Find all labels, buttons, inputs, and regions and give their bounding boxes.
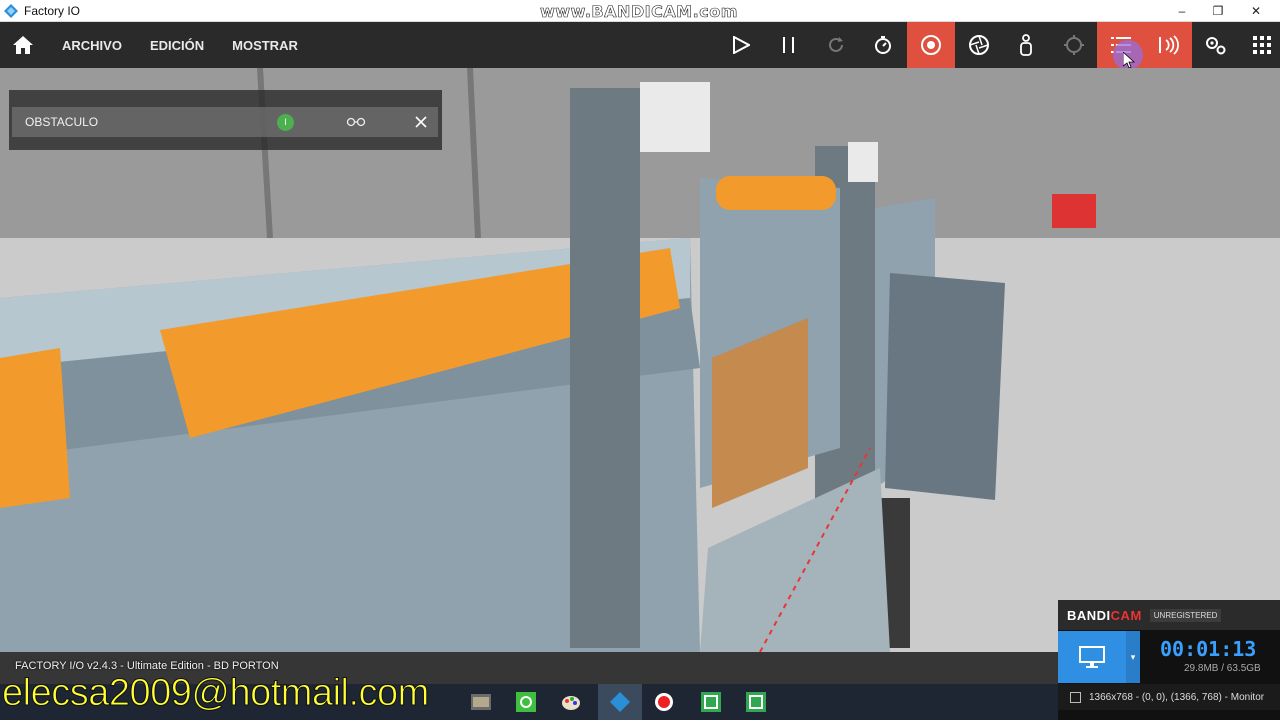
tag-input-badge: I	[277, 113, 294, 131]
pause-icon	[783, 37, 794, 53]
home-button[interactable]	[0, 22, 46, 68]
capture-region-text: 1366x768 - (0, 0), (1366, 768) - Monitor	[1089, 691, 1265, 703]
recording-timer: 00:01:13	[1160, 637, 1257, 661]
fly-camera-button[interactable]	[955, 22, 1003, 68]
close-panel-button[interactable]	[412, 113, 430, 131]
aperture-icon	[969, 35, 989, 55]
orbit-camera-icon	[921, 35, 941, 55]
tag-panel: OBSTACULO I	[9, 90, 442, 150]
person-icon	[1020, 34, 1032, 56]
stopwatch-icon	[875, 36, 891, 54]
window-title: Factory IO	[24, 3, 81, 18]
bandicam-footer: 1366x768 - (0, 0), (1366, 768) - Monitor	[1058, 684, 1280, 710]
window-titlebar: Factory IO www.BANDICAM.com – ❐ ✕	[0, 0, 1280, 22]
factory-scene-illustration	[0, 68, 1280, 652]
taskbar-bandicam[interactable]	[650, 688, 678, 716]
mouse-cursor-icon	[1123, 52, 1135, 68]
sensors-button[interactable]	[1144, 22, 1192, 68]
3d-viewport[interactable]	[0, 68, 1280, 652]
film-app-icon	[471, 694, 491, 710]
pause-button[interactable]	[765, 22, 813, 68]
drivers-settings-button[interactable]	[1191, 22, 1239, 68]
taskbar-app-7[interactable]	[742, 688, 770, 716]
factory-io-app-icon	[610, 692, 630, 712]
maximize-button[interactable]: ❐	[1200, 0, 1236, 22]
green-window-icon	[701, 692, 721, 712]
email-overlay-text: elecsa2009@hotmail.com	[2, 672, 430, 715]
reset-button[interactable]	[812, 22, 860, 68]
menu-edicion[interactable]: EDICIÓN	[136, 22, 218, 68]
glasses-icon	[346, 117, 366, 127]
taskbar-app-3[interactable]	[557, 688, 585, 716]
timer-button[interactable]	[859, 22, 907, 68]
chevron-down-icon: ▾	[1130, 651, 1136, 662]
screen-record-mode-button[interactable]	[1058, 631, 1126, 683]
first-person-button[interactable]	[1002, 22, 1050, 68]
bandicam-watermark: www.BANDICAM.com	[540, 2, 738, 22]
main-toolbar: ARCHIVO EDICIÓN MOSTRAR	[0, 22, 1280, 70]
unregistered-badge: UNREGISTERED	[1149, 608, 1222, 622]
region-checkbox[interactable]	[1070, 691, 1081, 703]
factory-io-logo-icon	[4, 3, 18, 18]
play-icon	[733, 36, 750, 54]
watch-tag-button[interactable]	[346, 115, 368, 129]
minimize-button[interactable]: –	[1164, 0, 1200, 22]
grid-icon	[1253, 36, 1271, 54]
gear-app-icon	[516, 692, 536, 712]
bandicam-brand-part-2: CAM	[1110, 607, 1142, 623]
close-icon	[415, 116, 427, 128]
camera-orbit-button[interactable]	[907, 22, 955, 68]
home-icon	[13, 36, 33, 54]
taskbar-factory-io[interactable]	[606, 688, 634, 716]
paint-app-icon	[562, 696, 580, 710]
tag-list-button[interactable]	[1097, 22, 1145, 70]
bandicam-widget: BANDICAM UNREGISTERED ▾ 00:01:13 29.8MB …	[1058, 600, 1280, 720]
mode-dropdown-button[interactable]: ▾	[1126, 631, 1140, 683]
gears-icon	[1206, 37, 1226, 55]
record-icon	[655, 693, 673, 711]
recording-size: 29.8MB / 63.5GB	[1184, 663, 1261, 674]
bandicam-header: BANDICAM UNREGISTERED	[1058, 600, 1280, 630]
bandicam-brand: BANDICAM	[1067, 608, 1142, 623]
taskbar-app-2[interactable]	[512, 688, 540, 716]
close-window-button[interactable]: ✕	[1238, 0, 1274, 22]
sensor-waves-icon	[1159, 35, 1179, 55]
version-status-text: FACTORY I/O v2.4.3 - Ultimate Edition - …	[15, 660, 279, 672]
monitor-icon	[1079, 646, 1105, 668]
menu-mostrar[interactable]: MOSTRAR	[218, 22, 312, 68]
menu-archivo[interactable]: ARCHIVO	[48, 22, 136, 68]
reset-icon	[829, 37, 843, 52]
bandicam-brand-part-1: BANDI	[1067, 607, 1111, 623]
taskbar-app-1[interactable]	[467, 688, 495, 716]
green-window-icon	[746, 692, 766, 712]
crosshair-button[interactable]	[1050, 22, 1098, 68]
tag-row-obstaculo[interactable]: OBSTACULO I	[12, 107, 438, 137]
tag-label: OBSTACULO	[25, 115, 99, 129]
play-button[interactable]	[717, 22, 765, 68]
grid-menu-button[interactable]	[1238, 22, 1280, 68]
crosshair-icon	[1064, 35, 1084, 55]
taskbar-app-6[interactable]	[697, 688, 725, 716]
